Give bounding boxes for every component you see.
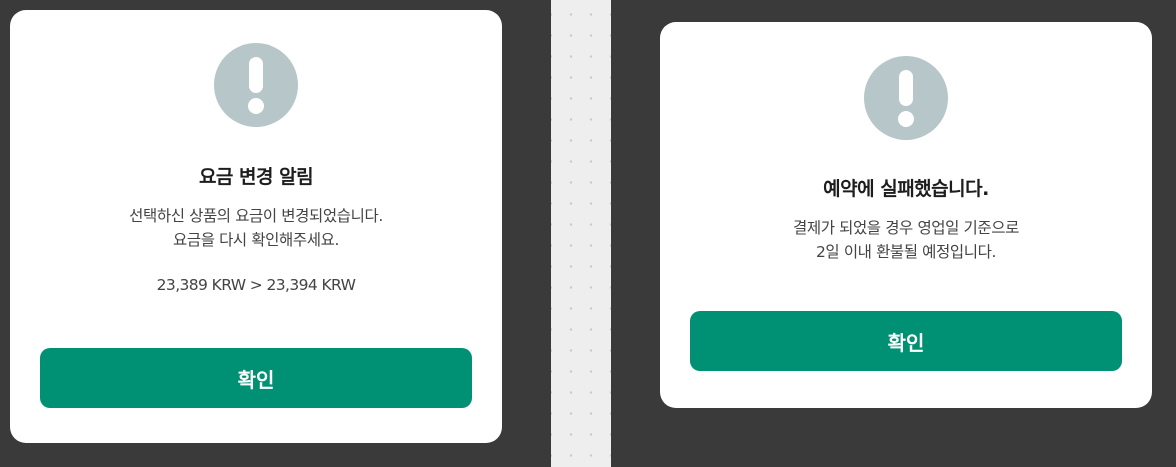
- dialog-title: 예약에 실패했습니다.: [823, 178, 989, 200]
- confirm-button[interactable]: 확인: [40, 348, 472, 408]
- dotted-divider: [551, 0, 611, 467]
- dialog-message: 선택하신 상품의 요금이 변경되었습니다. 요금을 다시 확인해주세요.: [129, 204, 383, 252]
- confirm-button[interactable]: 확인: [690, 311, 1122, 371]
- exclamation-bar: [249, 57, 263, 93]
- reservation-failed-dialog: 예약에 실패했습니다. 결제가 되었을 경우 영업일 기준으로 2일 이내 환불…: [660, 22, 1152, 408]
- exclamation-dot: [248, 98, 264, 114]
- exclamation-circle-icon: [864, 56, 948, 140]
- exclamation-dot: [898, 111, 914, 127]
- dialog-title: 요금 변경 알림: [198, 166, 314, 188]
- exclamation-circle-icon: [214, 43, 298, 127]
- price-change-dialog: 요금 변경 알림 선택하신 상품의 요금이 변경되었습니다. 요금을 다시 확인…: [10, 10, 502, 443]
- price-change-text: 23,389 KRW > 23,394 KRW: [156, 276, 356, 294]
- message-line: 결제가 되었을 경우 영업일 기준으로: [792, 219, 1019, 237]
- exclamation-bar: [899, 70, 913, 106]
- message-line: 선택하신 상품의 요금이 변경되었습니다.: [129, 207, 383, 225]
- stage: 요금 변경 알림 선택하신 상품의 요금이 변경되었습니다. 요금을 다시 확인…: [0, 0, 1176, 467]
- message-line: 2일 이내 환불될 예정입니다.: [815, 243, 996, 261]
- message-line: 요금을 다시 확인해주세요.: [172, 231, 340, 249]
- dialog-message: 결제가 되었을 경우 영업일 기준으로 2일 이내 환불될 예정입니다.: [793, 216, 1019, 264]
